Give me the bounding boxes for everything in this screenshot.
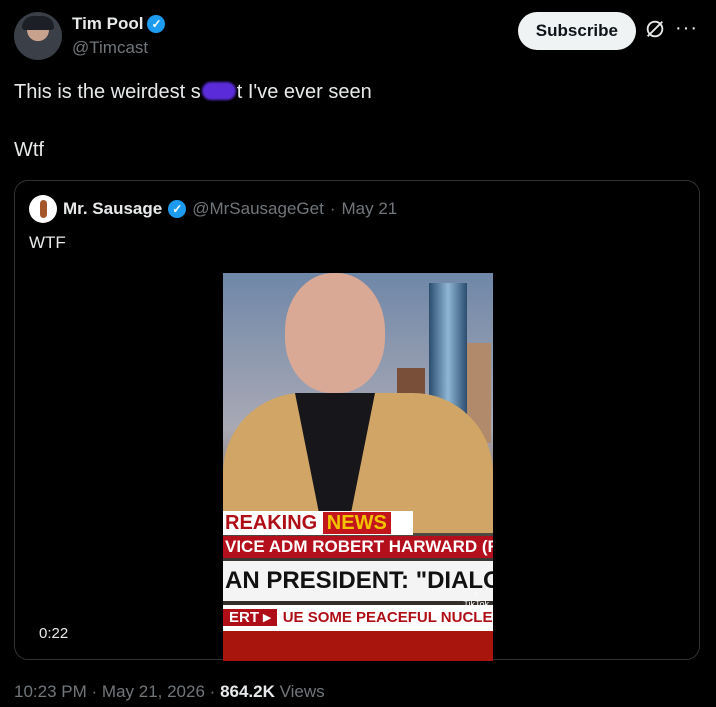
tweet-header: Tim Pool ✓ @Timcast Subscribe ··· xyxy=(14,10,706,62)
tweet-time[interactable]: 10:23 PM xyxy=(14,682,87,701)
chyron-breaking-text: REAKING xyxy=(225,512,318,534)
tweet-date[interactable]: May 21, 2026 xyxy=(102,682,205,701)
tiktok-watermark-icon: ♪ TikTok xyxy=(463,589,489,609)
chyron-breaking: REAKING NEWS xyxy=(223,511,413,535)
video-person-head xyxy=(285,273,385,393)
separator: · xyxy=(329,199,336,218)
chyron-news-text: NEWS xyxy=(322,512,391,534)
chyron-line2: VICE ADM ROBERT HARWARD (RI xyxy=(223,536,493,558)
tweet-text: This is the weirdest s t I've ever seen Wt… xyxy=(14,80,372,161)
chyron-line4: ERT ▸ UE SOME PEACEFUL NUCLEAR xyxy=(223,605,493,631)
separator: · xyxy=(91,682,98,701)
chyron-alert: ERT ▸ xyxy=(223,609,277,626)
video-player[interactable]: REAKING NEWS VICE ADM ROBERT HARWARD (RI… xyxy=(223,273,493,661)
quoted-tweet[interactable]: Mr. Sausage ✓ @MrSausageGet · May 21 WTF… xyxy=(14,180,700,661)
chyron-line4-text: UE SOME PEACEFUL NUCLEAR xyxy=(282,609,493,626)
subscribe-button[interactable]: Subscribe xyxy=(517,12,636,50)
quote-date[interactable]: May 21 xyxy=(341,199,397,219)
author-handle[interactable]: @Timcast xyxy=(72,38,148,58)
quote-header: Mr. Sausage ✓ @MrSausageGet · May 21 xyxy=(29,195,397,223)
verified-badge-icon: ✓ xyxy=(168,200,187,218)
author-name-row: Tim Pool ✓ xyxy=(72,14,166,34)
tweet-text-before: This is the weirdest s xyxy=(14,81,201,103)
censor-blur xyxy=(201,82,236,100)
tweet-meta: 10:23 PM · May 21, 2026 · 864.2K Views xyxy=(14,682,325,702)
grok-icon[interactable] xyxy=(644,18,666,40)
separator: · xyxy=(209,682,216,701)
author-name[interactable]: Tim Pool xyxy=(72,14,143,34)
more-options-icon[interactable]: ··· xyxy=(675,17,698,40)
video-duration: 0:22 xyxy=(39,625,69,642)
avatar[interactable] xyxy=(14,12,62,60)
quote-avatar[interactable] xyxy=(29,195,57,223)
tweet-text-after: t I've ever seen xyxy=(236,81,372,103)
tiktok-watermark-text: TikTok xyxy=(463,599,489,609)
quote-author-handle[interactable]: @MrSausageGet xyxy=(192,199,324,219)
verified-badge-icon: ✓ xyxy=(147,15,166,33)
quote-text: WTF xyxy=(29,233,66,252)
views-count: 864.2K xyxy=(220,682,275,701)
chyron-bottom-bar xyxy=(223,631,493,661)
quote-author-name[interactable]: Mr. Sausage xyxy=(63,199,162,219)
chyron-line3: AN PRESIDENT: "DIALOGUE DOES xyxy=(223,561,493,601)
views-label: Views xyxy=(279,682,325,701)
tweet-text-line2: Wtf xyxy=(14,139,44,161)
